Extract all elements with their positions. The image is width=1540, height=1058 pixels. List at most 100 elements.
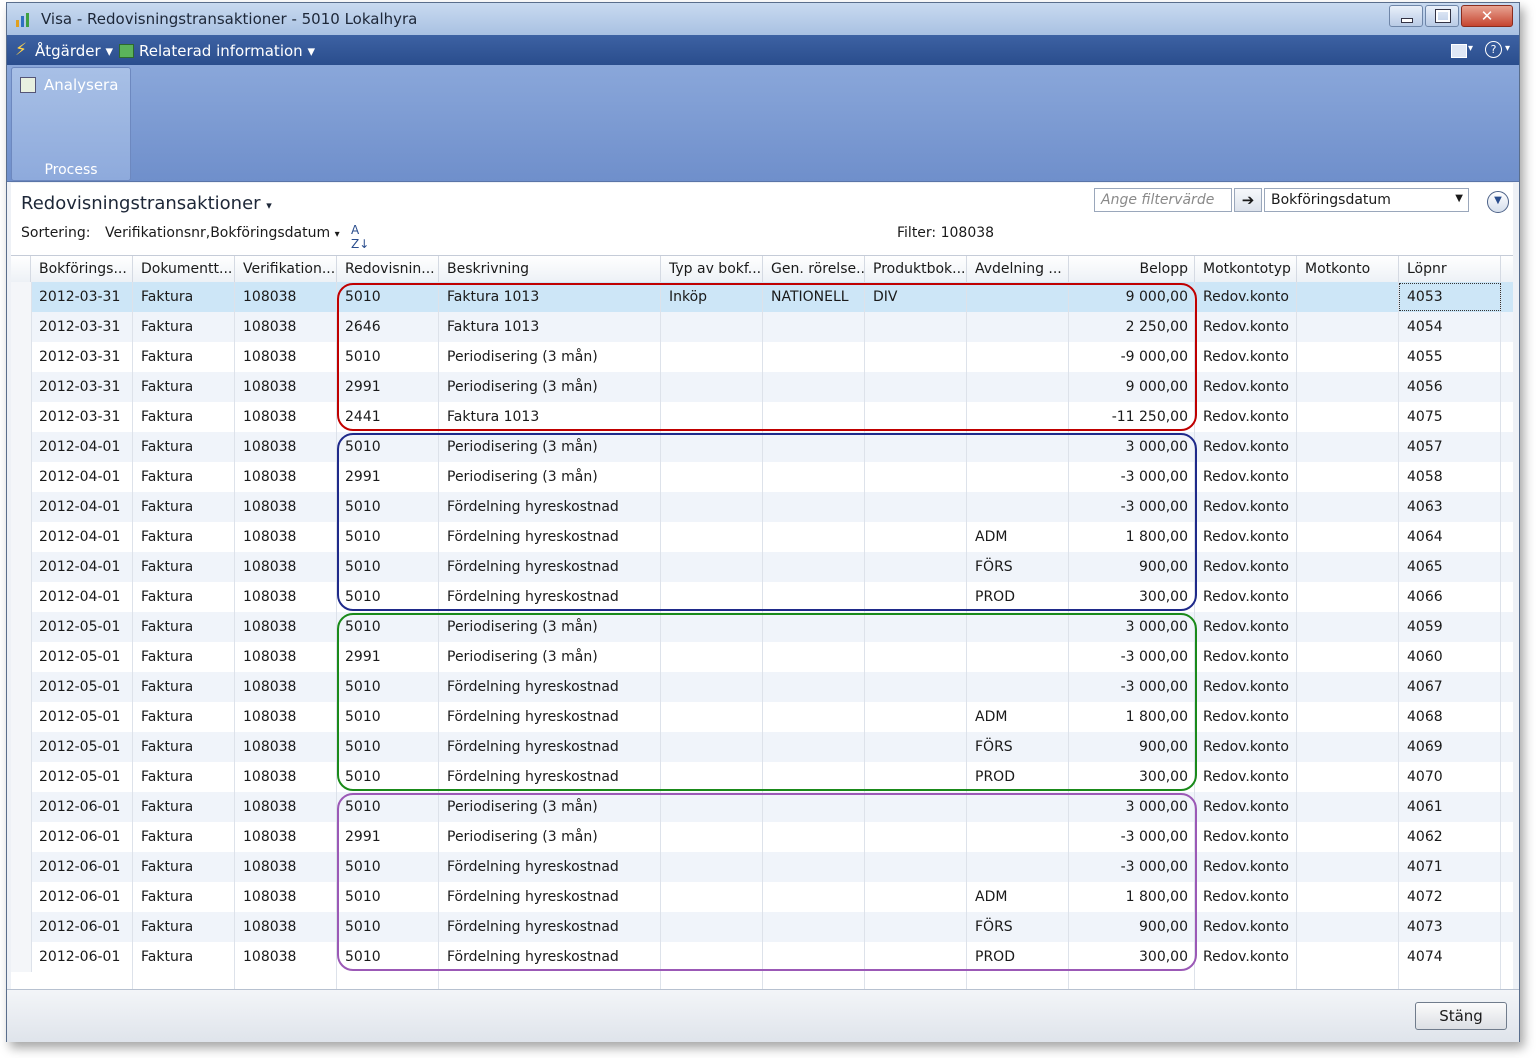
table-cell[interactable] (1297, 282, 1399, 312)
table-cell[interactable]: ADM (967, 882, 1069, 912)
table-cell[interactable]: Redov.konto (1195, 462, 1297, 492)
table-cell[interactable]: 9 000,00 (1069, 282, 1195, 312)
table-cell[interactable]: 108038 (235, 522, 337, 552)
table-cell[interactable]: 2012-06-01 (31, 912, 133, 942)
table-cell[interactable]: Redov.konto (1195, 942, 1297, 972)
table-cell[interactable] (865, 582, 967, 612)
table-cell[interactable] (1297, 432, 1399, 462)
table-cell[interactable]: Fördelning hyreskostnad (439, 522, 661, 552)
table-cell[interactable] (1297, 762, 1399, 792)
table-row[interactable]: 2012-03-31 Faktura 108038 2441 Faktura 1013 -… (11, 402, 1513, 432)
row-selector[interactable] (11, 312, 32, 342)
table-cell[interactable]: 2991 (337, 372, 439, 402)
table-cell[interactable] (763, 672, 865, 702)
table-cell[interactable]: 2012-04-01 (31, 432, 133, 462)
row-selector[interactable] (11, 282, 32, 312)
table-cell[interactable]: Periodisering (3 mån) (439, 462, 661, 492)
column-header[interactable]: Belopp (1069, 256, 1195, 282)
table-cell[interactable]: DIV (865, 282, 967, 312)
table-cell[interactable]: Redov.konto (1195, 912, 1297, 942)
table-cell[interactable] (1297, 882, 1399, 912)
table-cell[interactable] (967, 492, 1069, 522)
table-cell[interactable]: Fördelning hyreskostnad (439, 672, 661, 702)
header-row-selector[interactable] (11, 256, 31, 282)
table-cell[interactable] (865, 702, 967, 732)
table-row[interactable]: 2012-06-01 Faktura 108038 5010 Fördelning hy… (11, 912, 1513, 942)
table-cell[interactable] (661, 312, 763, 342)
table-cell[interactable]: 2012-05-01 (31, 702, 133, 732)
table-cell[interactable]: 4070 (1399, 762, 1501, 792)
sort-dropdown[interactable]: Verifikationsnr,Bokföringsdatum ▾ (105, 225, 340, 241)
column-header[interactable]: Beskrivning (439, 256, 661, 282)
table-cell[interactable]: Redov.konto (1195, 342, 1297, 372)
table-cell[interactable]: 2012-05-01 (31, 612, 133, 642)
table-cell[interactable] (1297, 312, 1399, 342)
row-selector[interactable] (11, 672, 32, 702)
table-cell[interactable]: 108038 (235, 882, 337, 912)
table-cell[interactable]: 108038 (235, 762, 337, 792)
table-cell[interactable]: Faktura (133, 732, 235, 762)
table-cell[interactable] (1297, 732, 1399, 762)
table-cell[interactable]: Faktura (133, 642, 235, 672)
table-cell[interactable] (967, 432, 1069, 462)
row-selector[interactable] (11, 552, 32, 582)
table-cell[interactable]: 108038 (235, 552, 337, 582)
help-icon[interactable]: ? (1485, 41, 1502, 58)
table-row[interactable]: 2012-06-01 Faktura 108038 5010 Fördelning hy… (11, 942, 1513, 972)
table-row[interactable]: 2012-03-31 Faktura 108038 2991 Periodisering… (11, 372, 1513, 402)
table-cell[interactable]: 2012-06-01 (31, 792, 133, 822)
table-cell[interactable] (1297, 852, 1399, 882)
table-cell[interactable]: Faktura (133, 912, 235, 942)
table-cell[interactable]: 5010 (337, 342, 439, 372)
table-cell[interactable] (661, 402, 763, 432)
table-cell[interactable]: Faktura 1013 (439, 312, 661, 342)
table-cell[interactable]: 4071 (1399, 852, 1501, 882)
table-cell[interactable]: Periodisering (3 mån) (439, 372, 661, 402)
table-cell[interactable]: Fördelning hyreskostnad (439, 942, 661, 972)
table-cell[interactable] (865, 762, 967, 792)
table-cell[interactable]: Fördelning hyreskostnad (439, 912, 661, 942)
table-cell[interactable] (865, 522, 967, 552)
table-cell[interactable] (1297, 552, 1399, 582)
table-cell[interactable]: 4073 (1399, 912, 1501, 942)
row-selector[interactable] (11, 762, 32, 792)
table-cell[interactable]: 108038 (235, 492, 337, 522)
table-row[interactable]: 2012-05-01 Faktura 108038 5010 Fördelning hy… (11, 702, 1513, 732)
table-cell[interactable]: 4075 (1399, 402, 1501, 432)
table-cell[interactable]: 4057 (1399, 432, 1501, 462)
table-cell[interactable] (763, 462, 865, 492)
table-row[interactable]: 2012-03-31 Faktura 108038 5010 Periodisering… (11, 342, 1513, 372)
table-cell[interactable]: Faktura 1013 (439, 282, 661, 312)
table-cell[interactable]: PROD (967, 582, 1069, 612)
table-cell[interactable]: 4063 (1399, 492, 1501, 522)
table-cell[interactable] (763, 312, 865, 342)
table-cell[interactable] (763, 432, 865, 462)
table-cell[interactable] (661, 492, 763, 522)
help-dropdown-icon[interactable]: ▾ (1505, 43, 1510, 54)
table-cell[interactable]: Faktura (133, 852, 235, 882)
table-cell[interactable] (865, 492, 967, 522)
table-cell[interactable] (763, 942, 865, 972)
column-header[interactable]: Typ av bokf... (661, 256, 763, 282)
table-row[interactable]: 2012-05-01 Faktura 108038 5010 Fördelning hy… (11, 762, 1513, 792)
table-cell[interactable] (1297, 942, 1399, 972)
table-cell[interactable]: 4054 (1399, 312, 1501, 342)
table-cell[interactable]: 108038 (235, 612, 337, 642)
table-cell[interactable]: FÖRS (967, 912, 1069, 942)
table-cell[interactable]: 5010 (337, 852, 439, 882)
table-cell[interactable]: Periodisering (3 mån) (439, 822, 661, 852)
table-cell[interactable]: 108038 (235, 822, 337, 852)
table-cell[interactable]: Redov.konto (1195, 372, 1297, 402)
table-cell[interactable]: Periodisering (3 mån) (439, 612, 661, 642)
table-cell[interactable]: 4059 (1399, 612, 1501, 642)
row-selector[interactable] (11, 912, 32, 942)
table-cell[interactable]: ADM (967, 702, 1069, 732)
table-cell[interactable]: 300,00 (1069, 582, 1195, 612)
table-cell[interactable] (967, 282, 1069, 312)
table-cell[interactable]: 4069 (1399, 732, 1501, 762)
table-cell[interactable]: Fördelning hyreskostnad (439, 552, 661, 582)
table-cell[interactable]: 4068 (1399, 702, 1501, 732)
table-cell[interactable] (661, 762, 763, 792)
row-selector[interactable] (11, 582, 32, 612)
table-cell[interactable] (661, 372, 763, 402)
